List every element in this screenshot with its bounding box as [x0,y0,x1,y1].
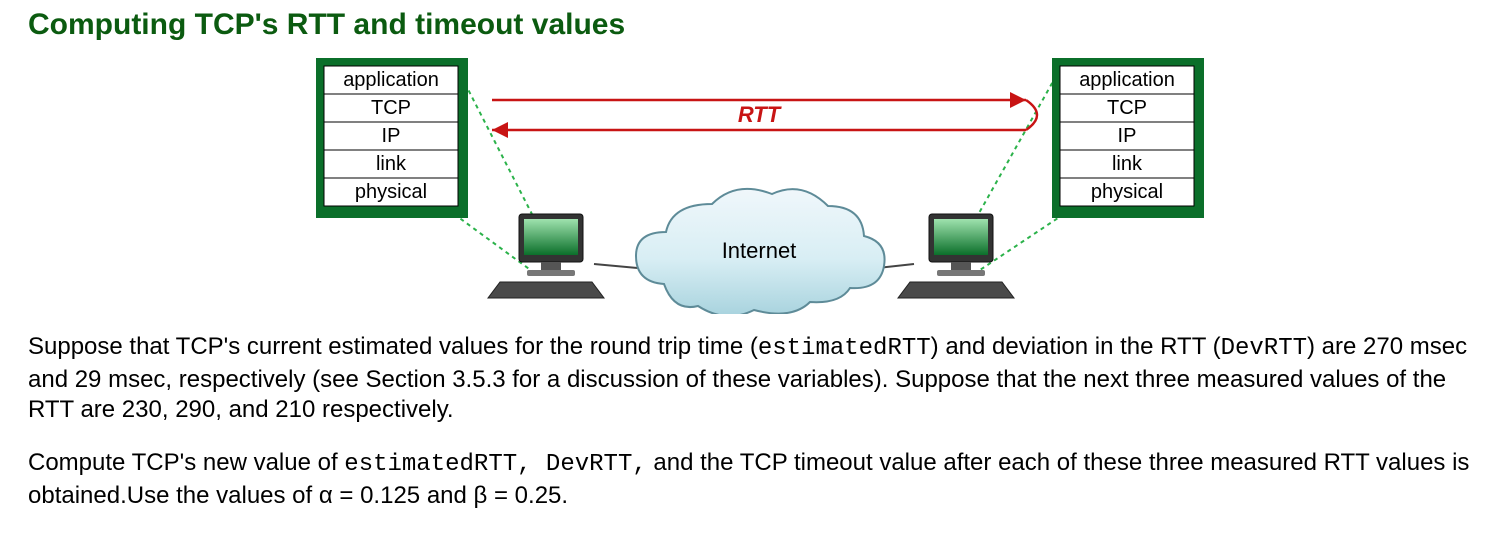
text-run: Suppose that TCP's current estimated val… [28,333,758,360]
text-run: Compute TCP's new value of [28,449,344,476]
internet-cloud-icon: Internet [636,189,885,314]
rtt-arrow: RTT [492,92,1037,138]
rtt-diagram-svg: application TCP IP link physical applica… [304,54,1204,314]
layer-label: link [376,153,407,175]
layer-label: application [343,69,439,91]
code-estimatedRTT: estimatedRTT [758,335,931,362]
code-DevRTT: DevRTT [1221,335,1307,362]
layer-label: physical [355,181,427,203]
rtt-diagram: application TCP IP link physical applica… [304,54,1204,314]
layer-label: physical [1091,181,1163,203]
layer-label: link [1112,153,1143,175]
layer-label: IP [382,125,401,147]
text-run: ) and deviation in the RTT ( [931,333,1221,360]
problem-paragraph-2: Compute TCP's new value of estimatedRTT,… [28,448,1480,511]
right-computer-icon [898,214,1014,298]
layer-label: IP [1118,125,1137,147]
layer-label: TCP [371,97,411,119]
left-computer-icon [488,214,604,298]
rtt-label: RTT [738,102,782,127]
page-title: Computing TCP's RTT and timeout values [28,8,1480,42]
left-protocol-stack: application TCP IP link physical [316,58,468,218]
layer-label: TCP [1107,97,1147,119]
problem-paragraph-1: Suppose that TCP's current estimated val… [28,332,1480,426]
internet-label: Internet [722,238,797,263]
right-protocol-stack: application TCP IP link physical [1052,58,1204,218]
code-vars: estimatedRTT, DevRTT, [344,451,646,478]
layer-label: application [1079,69,1175,91]
